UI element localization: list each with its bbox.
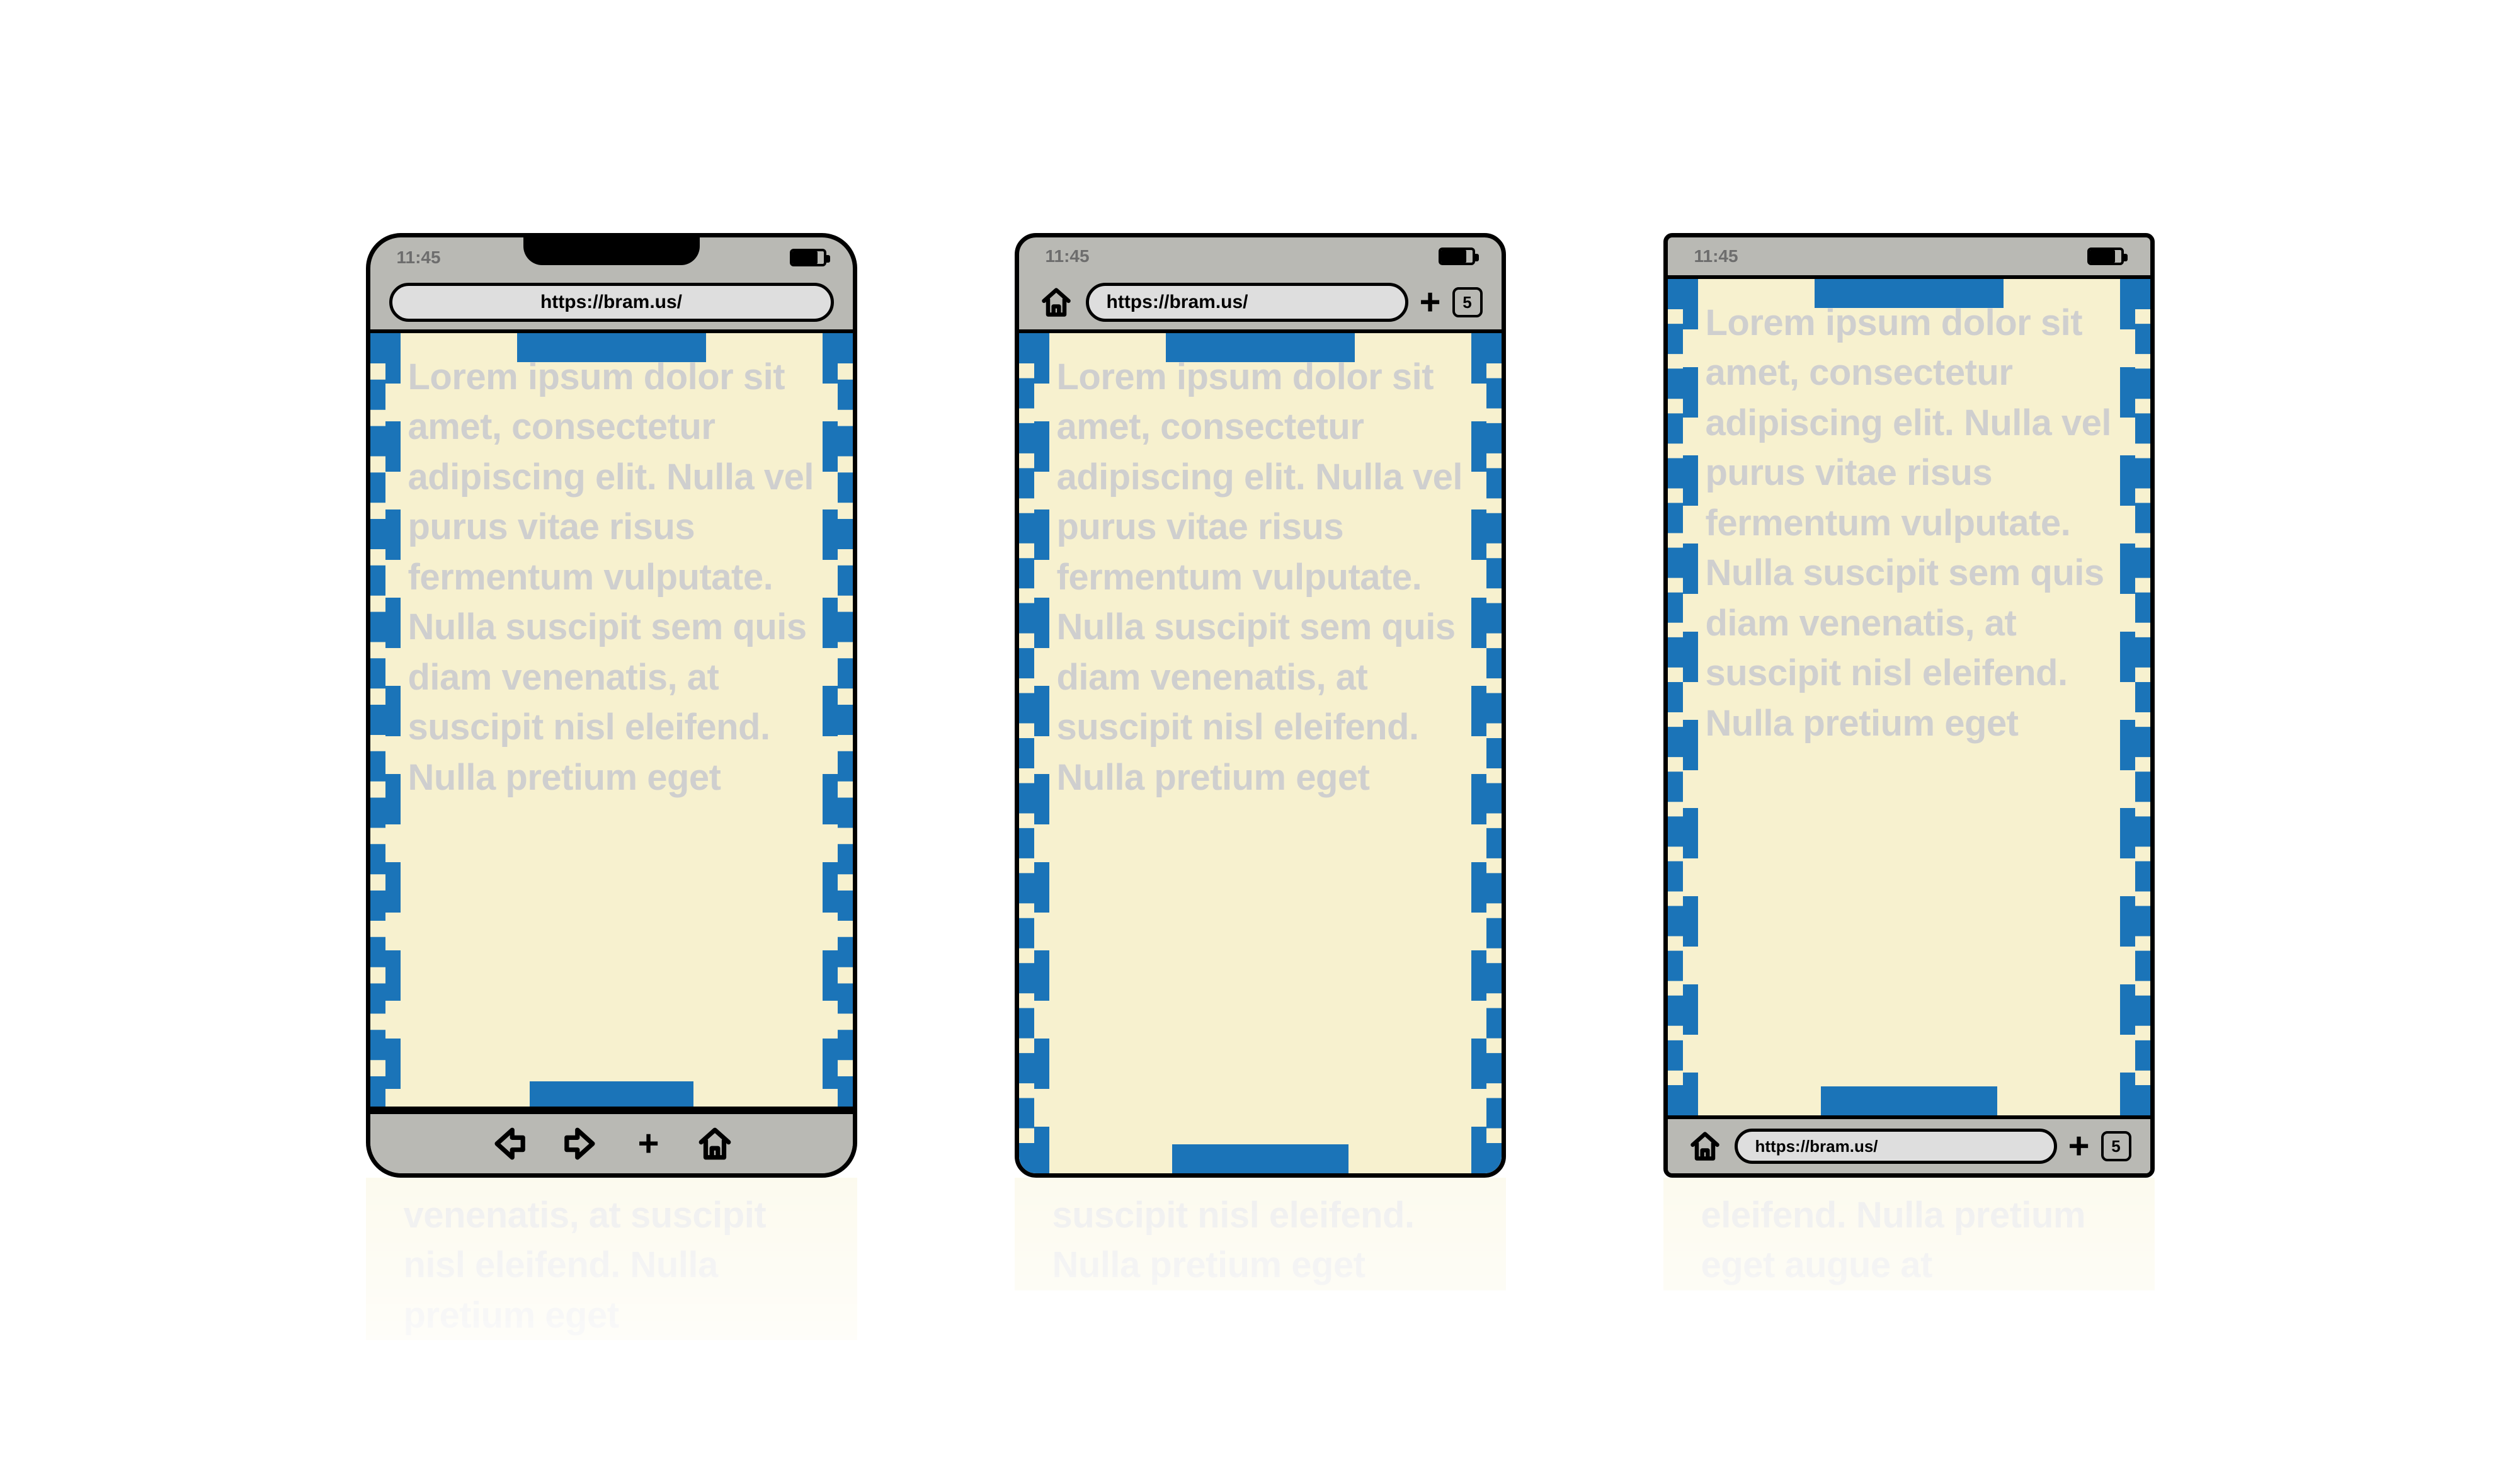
- status-time: 11:45: [397, 248, 441, 268]
- home-icon[interactable]: [697, 1125, 733, 1162]
- tab-count-badge[interactable]: 5: [2101, 1131, 2131, 1161]
- status-bar: 11:45: [1019, 237, 1502, 275]
- url-field[interactable]: https://bram.us/: [1735, 1129, 2057, 1164]
- home-icon[interactable]: [1038, 284, 1075, 321]
- status-bar: 11:45: [1668, 237, 2150, 275]
- status-time: 11:45: [1046, 246, 1090, 266]
- reflection: suscipit nisl eleifend. Nulla pretium eg…: [1015, 1178, 1506, 1480]
- forward-icon[interactable]: [564, 1125, 600, 1162]
- battery-icon: [2087, 248, 2124, 265]
- viewport: Lorem ipsum dolor sit amet, consectetur …: [1019, 329, 1502, 1173]
- status-time: 11:45: [1694, 246, 1738, 266]
- home-icon[interactable]: [1687, 1128, 1723, 1164]
- viewport: Lorem ipsum dolor sit amet, consectetur …: [1668, 275, 2150, 1119]
- phone-3-frame: 11:45 Lorem ipsum dolor sit amet, consec…: [1663, 233, 2155, 1178]
- address-bar-row: https://bram.us/: [370, 275, 853, 329]
- tab-count-badge[interactable]: 5: [1452, 287, 1483, 317]
- address-bar-row-bottom: https://bram.us/ + 5: [1668, 1119, 2150, 1173]
- new-tab-icon[interactable]: +: [1420, 284, 1441, 321]
- reflection: eleifend. Nulla pretium eget augue at: [1663, 1178, 2155, 1480]
- diagram-three-phones: 11:45 https://bram.us/ Lorem ipsum dolor…: [0, 0, 2520, 1417]
- notch: [523, 237, 700, 265]
- page-content-text: Lorem ipsum dolor sit amet, consectetur …: [1057, 352, 1476, 802]
- phone-2-frame: 11:45 https://bram.us/ + 5 Lorem i: [1015, 233, 1506, 1178]
- page-content-text: Lorem ipsum dolor sit amet, consectetur …: [1706, 298, 2125, 748]
- phone-1-frame: 11:45 https://bram.us/ Lorem ipsum dolor…: [366, 233, 857, 1178]
- new-tab-icon[interactable]: +: [2068, 1128, 2090, 1164]
- phone-3: 11:45 Lorem ipsum dolor sit amet, consec…: [1663, 233, 2155, 1178]
- reflection: venenatis, at suscipit nisl eleifend. Nu…: [366, 1178, 857, 1480]
- address-bar-row: https://bram.us/ + 5: [1019, 275, 1502, 329]
- viewport: Lorem ipsum dolor sit amet, consectetur …: [370, 329, 853, 1110]
- phone-2: 11:45 https://bram.us/ + 5 Lorem i: [1015, 233, 1506, 1178]
- back-icon[interactable]: [489, 1125, 526, 1162]
- page-content-text: Lorem ipsum dolor sit amet, consectetur …: [408, 352, 828, 802]
- url-field[interactable]: https://bram.us/: [389, 283, 834, 322]
- bottom-nav: +: [370, 1110, 853, 1173]
- new-tab-icon[interactable]: +: [638, 1125, 659, 1162]
- battery-icon: [790, 249, 826, 266]
- battery-icon: [1439, 248, 1475, 265]
- phone-1: 11:45 https://bram.us/ Lorem ipsum dolor…: [366, 233, 857, 1178]
- url-field[interactable]: https://bram.us/: [1086, 283, 1408, 322]
